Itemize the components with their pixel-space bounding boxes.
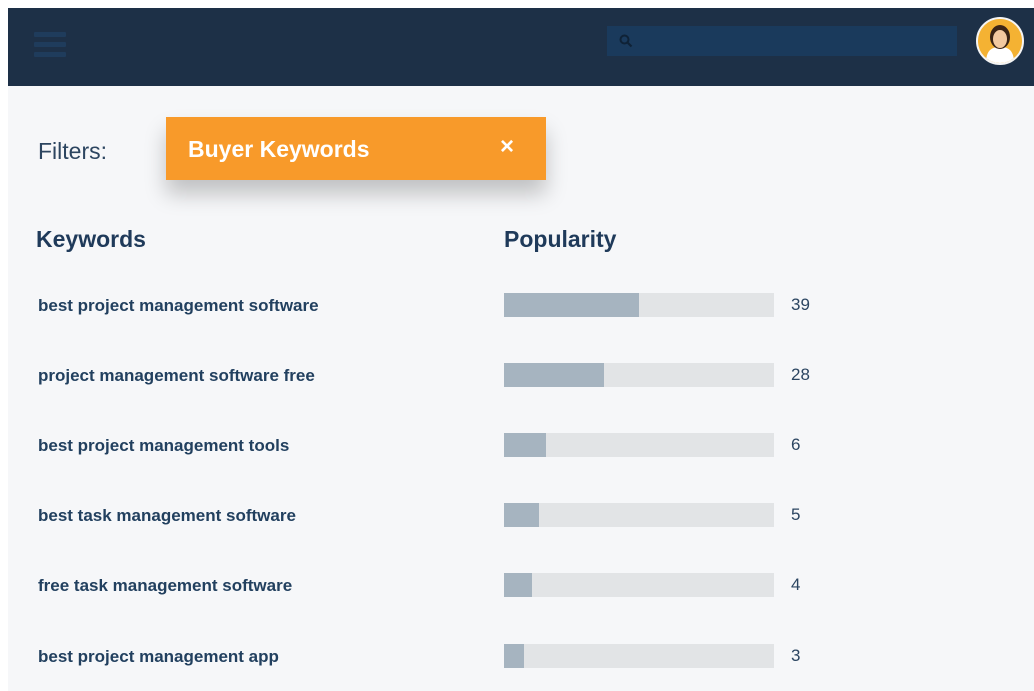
- popularity-bar-fill: [504, 503, 540, 527]
- close-icon[interactable]: ×: [500, 133, 514, 161]
- filter-chip-label: Buyer Keywords: [188, 136, 370, 162]
- popularity-value: 39: [791, 295, 810, 314]
- keyword-link[interactable]: free task management software: [38, 576, 292, 596]
- filters-label: Filters:: [38, 138, 107, 164]
- avatar-icon: [978, 19, 1022, 63]
- popularity-bar: [504, 363, 774, 387]
- popularity-bar-fill: [504, 433, 546, 457]
- popularity-bar-fill: [504, 573, 533, 597]
- keyword-link[interactable]: project management software free: [38, 366, 315, 386]
- search-bar[interactable]: [607, 26, 957, 56]
- user-avatar[interactable]: [976, 17, 1024, 65]
- popularity-value: 6: [791, 435, 801, 454]
- popularity-column-header: Popularity: [504, 226, 617, 252]
- search-icon: [619, 34, 633, 48]
- table-row: best project management app 3: [0, 637, 1034, 677]
- table-row: best task management software 5: [0, 496, 1034, 536]
- keyword-link[interactable]: best task management software: [38, 506, 296, 526]
- popularity-bar: [504, 293, 774, 317]
- keywords-column-header: Keywords: [36, 226, 146, 252]
- popularity-bar-fill: [504, 363, 604, 387]
- search-input[interactable]: [643, 30, 947, 54]
- table-row: project management software free 28: [0, 356, 1034, 396]
- popularity-bar: [504, 433, 774, 457]
- popularity-bar: [504, 644, 774, 668]
- keyword-link[interactable]: best project management app: [38, 647, 279, 667]
- popularity-value: 4: [791, 575, 801, 594]
- keyword-link[interactable]: best project management tools: [38, 436, 289, 456]
- popularity-bar: [504, 503, 774, 527]
- popularity-bar: [504, 573, 774, 597]
- table-row: best project management software 39: [0, 286, 1034, 326]
- popularity-value: 28: [791, 365, 810, 384]
- popularity-value: 5: [791, 505, 801, 524]
- keyword-link[interactable]: best project management software: [38, 296, 319, 316]
- popularity-value: 3: [791, 646, 801, 665]
- popularity-bar-fill: [504, 644, 525, 668]
- popularity-bar-fill: [504, 293, 639, 317]
- buyer-keywords-filter-chip[interactable]: Buyer Keywords ×: [166, 117, 546, 180]
- table-row: best project management tools 6: [0, 426, 1034, 466]
- hamburger-icon[interactable]: [34, 32, 66, 62]
- table-row: free task management software 4: [0, 566, 1034, 606]
